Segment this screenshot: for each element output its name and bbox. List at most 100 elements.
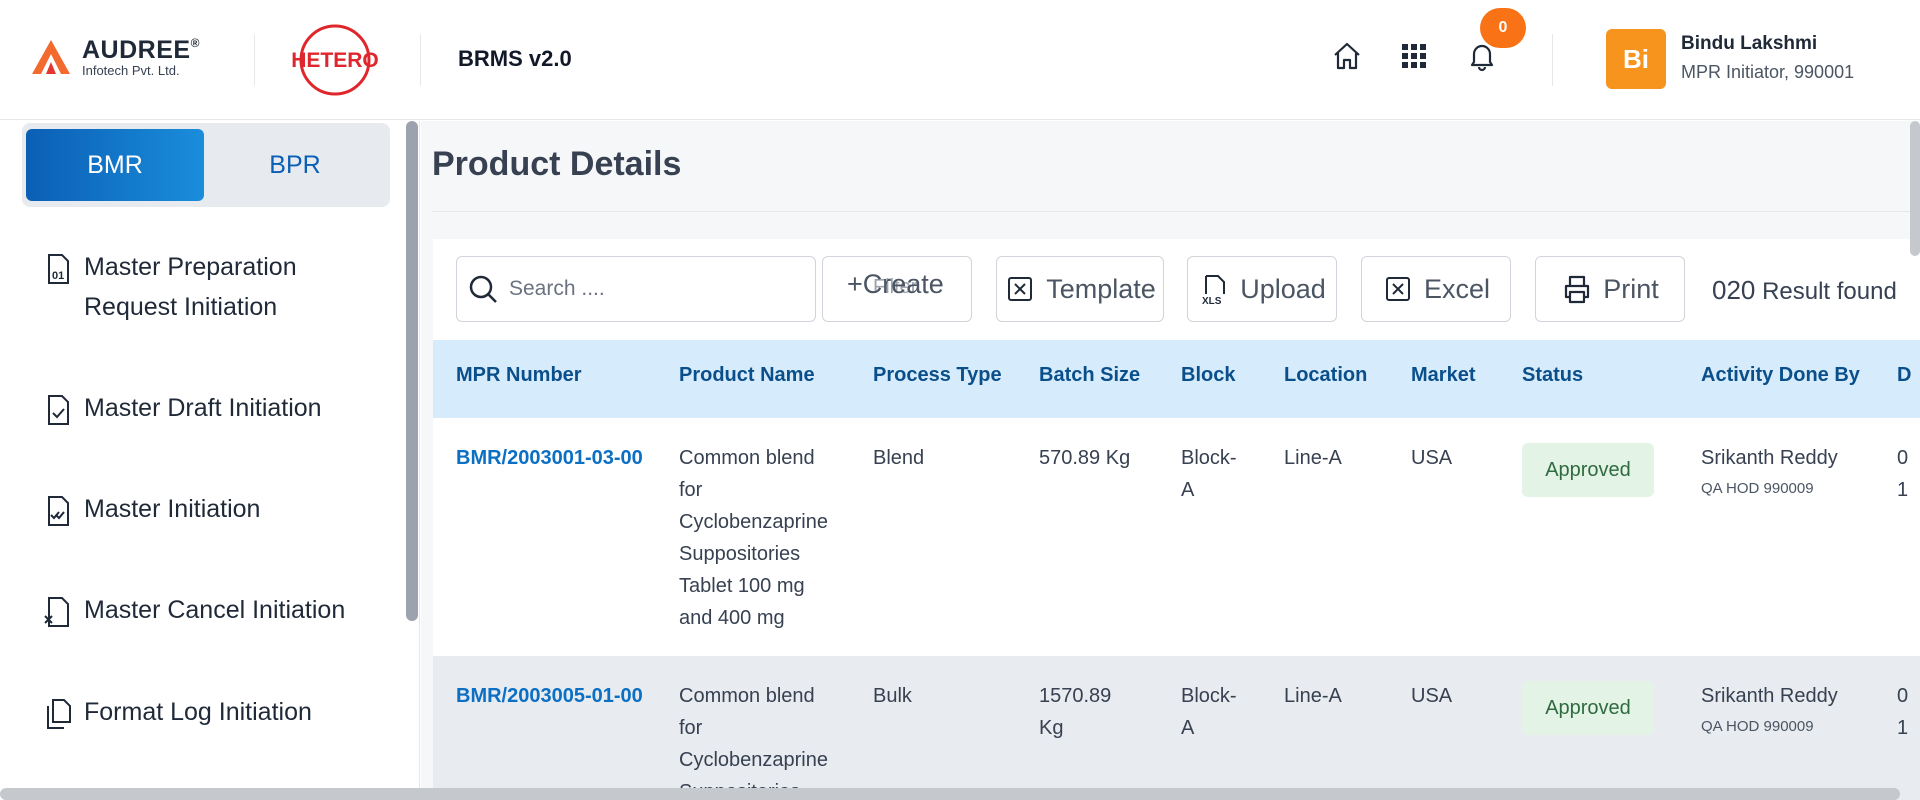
product-name: Common blend for Cyclobenzaprine Supposi… xyxy=(679,685,828,800)
apps-grid-icon[interactable] xyxy=(1396,38,1432,74)
print-button-label: Print xyxy=(1603,273,1659,304)
main-content: Product Details Filter +Create Template … xyxy=(421,121,1920,800)
tab-bpr[interactable]: BPR xyxy=(206,129,384,201)
column-header[interactable]: MPR Number xyxy=(456,364,582,387)
column-header[interactable]: Activity Done By xyxy=(1701,364,1860,387)
document-cancel-icon xyxy=(44,597,69,627)
upload-button[interactable]: XLS Upload xyxy=(1187,256,1337,322)
date-cell: 1 xyxy=(1897,717,1909,739)
xls-file-icon: XLS xyxy=(1202,275,1226,305)
header-divider xyxy=(254,34,255,86)
excel-template-icon xyxy=(1008,277,1033,301)
search-field[interactable] xyxy=(456,256,816,322)
column-header[interactable]: Batch Size xyxy=(1039,364,1140,387)
main-vertical-scrollbar[interactable] xyxy=(1910,121,1920,256)
column-header[interactable]: Market xyxy=(1411,364,1475,387)
batch-size: 1570.89 Kg xyxy=(1039,685,1112,739)
sidebar-item-master-preparation-request[interactable]: 01 Master Preparation Request Initiation xyxy=(40,247,384,327)
table-header: MPR Number Product Name Process Type Bat… xyxy=(433,340,1920,418)
result-count-number: 020 xyxy=(1712,275,1756,305)
document-01-icon: 01 xyxy=(48,254,69,284)
sidebar-item-label: Master Initiation xyxy=(84,495,261,523)
sidebar-scrollbar[interactable] xyxy=(406,121,418,621)
hetero-logo: HETERO xyxy=(291,24,379,96)
bmr-bpr-toggle: BMR BPR xyxy=(22,123,390,207)
upload-button-label: Upload xyxy=(1240,273,1326,304)
activity-role: QA HOD 990009 xyxy=(1701,480,1814,497)
header-divider xyxy=(420,34,421,86)
market: USA xyxy=(1411,685,1453,707)
column-header[interactable]: Block xyxy=(1181,364,1235,387)
date-cell: 0 xyxy=(1897,685,1909,707)
create-button[interactable]: +Create xyxy=(847,269,944,300)
brand-registered-mark: ® xyxy=(190,36,200,50)
document-double-check-icon xyxy=(48,496,69,526)
print-button[interactable]: Print xyxy=(1535,256,1685,322)
brand-name: AUDREE xyxy=(82,36,191,64)
sidebar-item-label: Master Cancel Initiation xyxy=(84,596,346,624)
printer-icon xyxy=(1565,275,1590,304)
user-role: MPR Initiator, 990001 xyxy=(1681,62,1855,82)
sidebar-item-master-cancel[interactable]: Master Cancel Initiation xyxy=(40,590,384,630)
status-badge: Approved xyxy=(1522,443,1654,497)
table-row[interactable]: BMR/2003005-01-00 Common blend for Cyclo… xyxy=(433,656,1920,800)
audree-mark-icon xyxy=(32,40,70,74)
excel-icon xyxy=(1385,277,1410,301)
app-header: AUDREE® Infotech Pvt. Ltd. HETERO BRMS v… xyxy=(0,0,1920,120)
sidebar-item-label: Master Preparation Request Initiation xyxy=(84,253,297,321)
result-count: 020 Result found xyxy=(1712,275,1897,306)
sidebar: BMR BPR 01 Master Preparation Request In… xyxy=(0,121,420,800)
notification-badge: 0 xyxy=(1480,8,1526,48)
block: Block-A xyxy=(1181,685,1237,739)
excel-button-label: Excel xyxy=(1423,273,1491,304)
document-check-icon xyxy=(48,395,69,425)
column-header[interactable]: Process Type xyxy=(873,364,1002,387)
page-title: Product Details xyxy=(432,145,682,183)
horizontal-scrollbar[interactable] xyxy=(0,788,1900,800)
app-name: BRMS v2.0 xyxy=(458,46,572,71)
tab-bmr[interactable]: BMR xyxy=(26,129,204,201)
header-divider xyxy=(1552,34,1553,86)
mpr-number-link[interactable]: BMR/2003005-01-00 xyxy=(456,680,643,712)
search-input[interactable] xyxy=(509,277,789,301)
status-badge: Approved xyxy=(1522,681,1654,735)
activity-done-by: Srikanth Reddy xyxy=(1701,447,1838,469)
sidebar-item-label: Format Log Initiation xyxy=(84,698,312,726)
partner-logo-text: HETERO xyxy=(291,49,379,72)
title-divider xyxy=(432,211,1920,212)
create-button-label: Create xyxy=(862,269,944,299)
sidebar-item-master-draft[interactable]: Master Draft Initiation xyxy=(40,388,384,428)
result-count-label: Result found xyxy=(1762,278,1897,305)
column-header[interactable]: Status xyxy=(1522,364,1583,387)
brand-subtitle: Infotech Pvt. Ltd. xyxy=(82,63,180,78)
home-icon[interactable] xyxy=(1329,38,1365,74)
template-button[interactable]: Template xyxy=(996,256,1164,322)
audree-logo[interactable]: AUDREE® Infotech Pvt. Ltd. xyxy=(28,34,200,80)
column-header[interactable]: D xyxy=(1897,364,1911,387)
date-cell: 0 xyxy=(1897,447,1909,469)
copy-documents-icon xyxy=(47,699,71,729)
mpr-number-link[interactable]: BMR/2003001-03-00 xyxy=(456,442,643,474)
sidebar-item-format-log[interactable]: Format Log Initiation xyxy=(40,692,384,732)
column-header[interactable]: Product Name xyxy=(679,364,815,387)
activity-done-by: Srikanth Reddy xyxy=(1701,685,1838,707)
process-type: Blend xyxy=(873,447,925,469)
table-row[interactable]: BMR/2003001-03-00 Common blend for Cyclo… xyxy=(433,418,1920,656)
location: Line-A xyxy=(1284,685,1342,707)
column-header[interactable]: Location xyxy=(1284,364,1367,387)
batch-size: 570.89 Kg xyxy=(1039,447,1131,469)
location: Line-A xyxy=(1284,447,1342,469)
product-name: Common blend for Cyclobenzaprine Supposi… xyxy=(679,447,828,629)
block: Block-A xyxy=(1181,447,1237,501)
search-icon xyxy=(469,275,497,303)
svg-text:XLS: XLS xyxy=(1202,296,1222,305)
product-panel: Filter +Create Template XLS Upload Excel… xyxy=(433,239,1920,800)
sidebar-item-label: Master Draft Initiation xyxy=(84,394,322,422)
date-cell: 1 xyxy=(1897,479,1909,501)
avatar[interactable]: Bi xyxy=(1606,29,1666,89)
svg-text:01: 01 xyxy=(52,270,64,282)
excel-button[interactable]: Excel xyxy=(1361,256,1511,322)
user-name[interactable]: Bindu Lakshmi xyxy=(1681,33,1817,55)
market: USA xyxy=(1411,447,1453,469)
sidebar-item-master-initiation[interactable]: Master Initiation xyxy=(40,489,384,529)
